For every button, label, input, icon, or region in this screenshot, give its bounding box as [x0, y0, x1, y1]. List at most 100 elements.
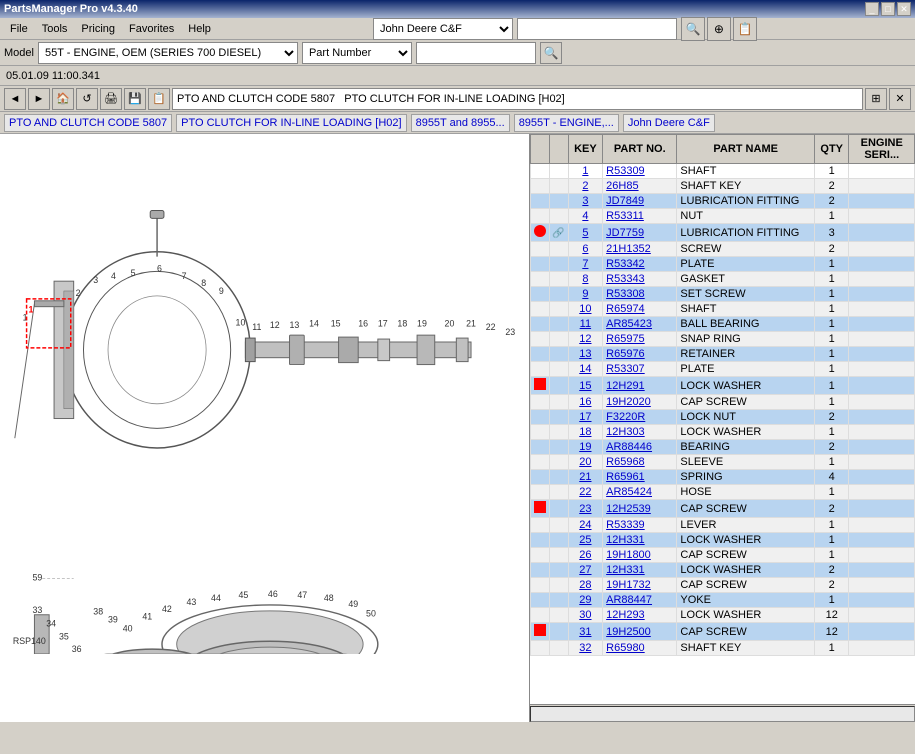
table-row[interactable]: 🔗 5 JD7759 LUBRICATION FITTING 3	[531, 224, 915, 242]
parts-diagram[interactable]: 1 2 3 4 5 6 7 8 9 10 11 12 13 14 15 16 1…	[0, 134, 530, 654]
partno-cell[interactable]: 19H1800	[603, 548, 677, 563]
key-cell[interactable]: 1	[568, 164, 603, 179]
table-row[interactable]: 18 12H303 LOCK WASHER 1	[531, 425, 915, 440]
partno-cell[interactable]: R53339	[603, 518, 677, 533]
part-type-select[interactable]: Part Number	[302, 42, 412, 64]
nav-home-button[interactable]: 🏠	[52, 88, 74, 110]
table-row[interactable]: 10 R65974 SHAFT 1	[531, 302, 915, 317]
nav-print-button[interactable]: 🖨	[100, 88, 122, 110]
breadcrumb-3[interactable]: 8955T and 8955...	[411, 114, 510, 132]
partno-cell[interactable]: R65974	[603, 302, 677, 317]
table-row[interactable]: 27 12H331 LOCK WASHER 2	[531, 563, 915, 578]
table-row[interactable]: 24 R53339 LEVER 1	[531, 518, 915, 533]
table-row[interactable]: 11 AR85423 BALL BEARING 1	[531, 317, 915, 332]
search-btn-1[interactable]: 🔍	[681, 17, 705, 41]
key-cell[interactable]: 6	[568, 242, 603, 257]
breadcrumb-2[interactable]: PTO CLUTCH FOR IN-LINE LOADING [H02]	[176, 114, 406, 132]
key-cell[interactable]: 23	[568, 500, 603, 518]
key-cell[interactable]: 19	[568, 440, 603, 455]
nav-forward-button[interactable]: ►	[28, 88, 50, 110]
table-row[interactable]: 20 R65968 SLEEVE 1	[531, 455, 915, 470]
table-row[interactable]: 6 21H1352 SCREW 2	[531, 242, 915, 257]
menu-file[interactable]: File	[4, 21, 34, 37]
key-cell[interactable]: 11	[568, 317, 603, 332]
nav-save-button[interactable]: 💾	[124, 88, 146, 110]
key-cell[interactable]: 9	[568, 287, 603, 302]
partno-cell[interactable]: R53311	[603, 209, 677, 224]
partno-cell[interactable]: R53307	[603, 362, 677, 377]
nav-reload-button[interactable]: ↺	[76, 88, 98, 110]
partno-cell[interactable]: 19H2020	[603, 395, 677, 410]
table-row[interactable]: 31 19H2500 CAP SCREW 12	[531, 623, 915, 641]
partno-cell[interactable]: 12H2539	[603, 500, 677, 518]
partno-cell[interactable]: 12H331	[603, 533, 677, 548]
window-controls[interactable]: _ □ ✕	[865, 2, 911, 16]
key-cell[interactable]: 29	[568, 593, 603, 608]
partno-cell[interactable]: JD7759	[603, 224, 677, 242]
key-cell[interactable]: 24	[568, 518, 603, 533]
search-btn-3[interactable]: 📋	[733, 17, 757, 41]
partno-cell[interactable]: R65961	[603, 470, 677, 485]
partno-cell[interactable]: R65976	[603, 347, 677, 362]
partno-cell[interactable]: 12H303	[603, 425, 677, 440]
horizontal-scrollbar[interactable]	[530, 706, 915, 722]
table-row[interactable]: 4 R53311 NUT 1	[531, 209, 915, 224]
table-row[interactable]: 16 19H2020 CAP SCREW 1	[531, 395, 915, 410]
key-cell[interactable]: 4	[568, 209, 603, 224]
table-row[interactable]: 32 R65980 SHAFT KEY 1	[531, 641, 915, 656]
table-row[interactable]: 3 JD7849 LUBRICATION FITTING 2	[531, 194, 915, 209]
table-row[interactable]: 28 19H1732 CAP SCREW 2	[531, 578, 915, 593]
close-button[interactable]: ✕	[897, 2, 911, 16]
partno-cell[interactable]: 19H1732	[603, 578, 677, 593]
key-cell[interactable]: 25	[568, 533, 603, 548]
partno-cell[interactable]: 21H1352	[603, 242, 677, 257]
table-row[interactable]: 7 R53342 PLATE 1	[531, 257, 915, 272]
table-row[interactable]: 23 12H2539 CAP SCREW 2	[531, 500, 915, 518]
partno-cell[interactable]: 12H293	[603, 608, 677, 623]
table-row[interactable]: 15 12H291 LOCK WASHER 1	[531, 377, 915, 395]
search-btn-2[interactable]: ⊕	[707, 17, 731, 41]
key-cell[interactable]: 17	[568, 410, 603, 425]
key-cell[interactable]: 14	[568, 362, 603, 377]
breadcrumb-4[interactable]: 8955T - ENGINE,...	[514, 114, 619, 132]
table-row[interactable]: 12 R65975 SNAP RING 1	[531, 332, 915, 347]
breadcrumb-5[interactable]: John Deere C&F	[623, 114, 715, 132]
partno-cell[interactable]: R53342	[603, 257, 677, 272]
parts-table-scroll[interactable]: KEY PART NO. PART NAME QTY ENGINE SERI..…	[530, 134, 915, 704]
key-cell[interactable]: 30	[568, 608, 603, 623]
nav-close-button[interactable]: ✕	[889, 88, 911, 110]
key-cell[interactable]: 20	[568, 455, 603, 470]
main-search-input[interactable]	[517, 18, 677, 40]
menu-help[interactable]: Help	[182, 21, 217, 37]
table-row[interactable]: 1 R53309 SHAFT 1	[531, 164, 915, 179]
minimize-button[interactable]: _	[865, 2, 879, 16]
menu-pricing[interactable]: Pricing	[75, 21, 121, 37]
dealer-select[interactable]: John Deere C&F	[373, 18, 513, 40]
key-cell[interactable]: 16	[568, 395, 603, 410]
menu-tools[interactable]: Tools	[36, 21, 74, 37]
partno-cell[interactable]: AR85424	[603, 485, 677, 500]
partno-cell[interactable]: R53343	[603, 272, 677, 287]
table-row[interactable]: 25 12H331 LOCK WASHER 1	[531, 533, 915, 548]
key-cell[interactable]: 7	[568, 257, 603, 272]
partno-cell[interactable]: JD7849	[603, 194, 677, 209]
key-cell[interactable]: 5	[568, 224, 603, 242]
part-search-button[interactable]: 🔍	[540, 42, 562, 64]
key-cell[interactable]: 2	[568, 179, 603, 194]
menu-favorites[interactable]: Favorites	[123, 21, 180, 37]
partno-cell[interactable]: R65980	[603, 641, 677, 656]
key-cell[interactable]: 22	[568, 485, 603, 500]
key-cell[interactable]: 15	[568, 377, 603, 395]
table-row[interactable]: 14 R53307 PLATE 1	[531, 362, 915, 377]
partno-cell[interactable]: 12H331	[603, 563, 677, 578]
partno-cell[interactable]: R53309	[603, 164, 677, 179]
table-row[interactable]: 19 AR88446 BEARING 2	[531, 440, 915, 455]
partno-cell[interactable]: 12H291	[603, 377, 677, 395]
table-row[interactable]: 21 R65961 SPRING 4	[531, 470, 915, 485]
path-input[interactable]	[172, 88, 863, 110]
key-cell[interactable]: 8	[568, 272, 603, 287]
key-cell[interactable]: 26	[568, 548, 603, 563]
table-row[interactable]: 2 26H85 SHAFT KEY 2	[531, 179, 915, 194]
partno-cell[interactable]: F3220R	[603, 410, 677, 425]
table-row[interactable]: 22 AR85424 HOSE 1	[531, 485, 915, 500]
